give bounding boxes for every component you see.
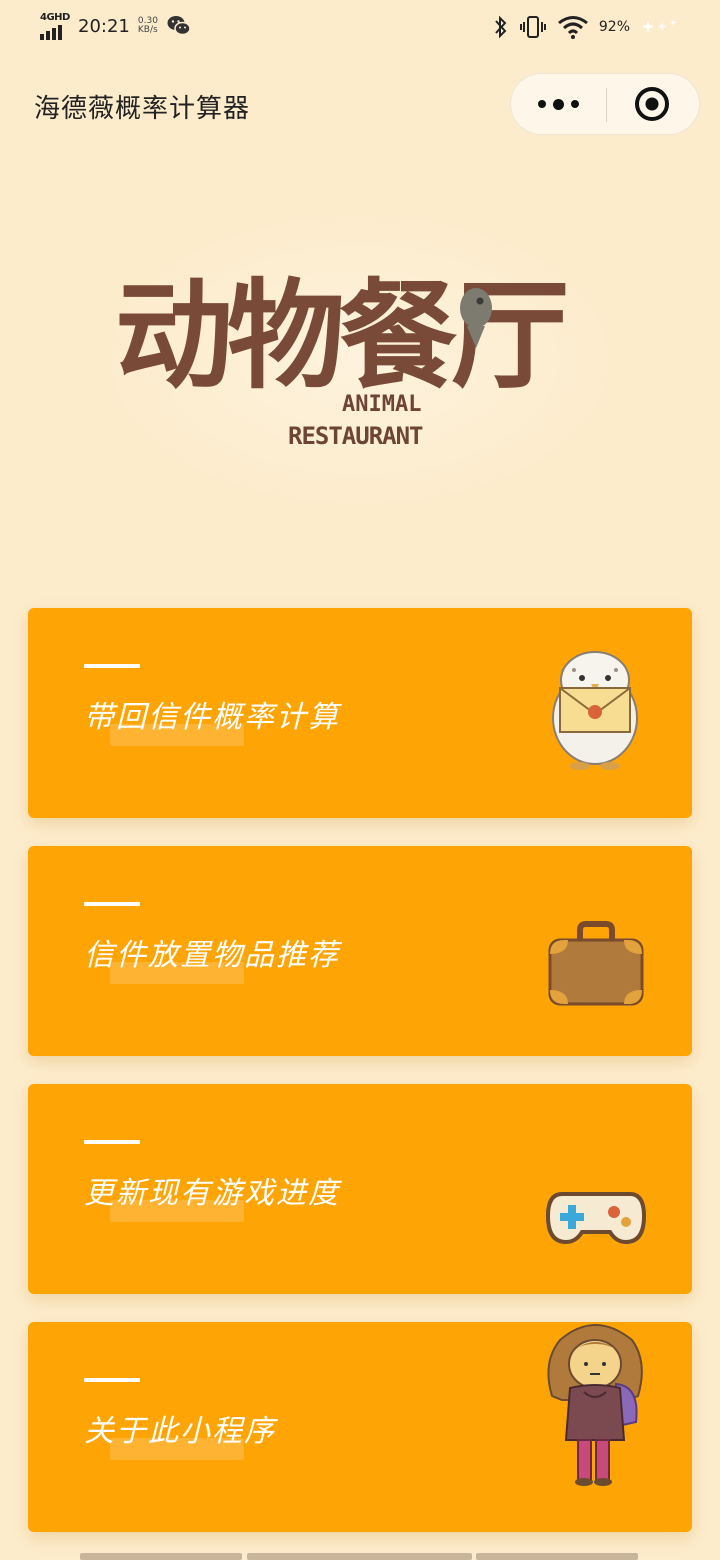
target-close-icon: [635, 87, 669, 121]
gamepad-icon: [545, 1192, 647, 1245]
wifi-icon: [557, 16, 588, 39]
more-dot-icon: [570, 100, 579, 108]
battery-sparkle-icon: [641, 19, 677, 33]
card-accent-line: [84, 1378, 140, 1382]
status-time: 20:21: [78, 15, 130, 37]
wechat-icon: [167, 16, 191, 36]
bluetooth-icon: [495, 15, 507, 39]
card-title: 关于此小程序: [84, 1414, 276, 1449]
network-speed: 0.30 KB/s: [138, 17, 158, 35]
menu-card-item-recommendation[interactable]: 信件放置物品推荐: [28, 846, 692, 1056]
cellular-signal-icon: 4GHD: [38, 12, 70, 40]
card-accent-line: [84, 902, 140, 906]
logo-english-line2: RESTAURANT: [288, 422, 423, 450]
animal-restaurant-logo: 动物餐厅 ANIMAL RESTAURANT: [60, 200, 660, 530]
bottom-scroll-indicator: [80, 1553, 640, 1560]
nav-bar: 海德薇概率计算器: [0, 66, 720, 142]
card-title: 更新现有游戏进度: [84, 1176, 340, 1211]
suitcase-icon: [548, 921, 644, 1006]
close-miniprogram-button[interactable]: [605, 74, 699, 134]
miniprogram-capsule: [510, 73, 700, 135]
status-bar: 4GHD 20:21 0.30 KB/s 92%: [0, 0, 720, 56]
logo-english-line1: ANIMAL: [342, 392, 422, 417]
more-dot-icon: [552, 98, 564, 110]
card-title: 带回信件概率计算: [84, 700, 340, 735]
network-type: 4GHD: [40, 12, 70, 23]
network-speed-unit: KB/s: [137, 25, 158, 35]
page-title: 海德薇概率计算器: [34, 94, 251, 124]
girl-character-icon: [547, 1324, 643, 1486]
fish-icon: [460, 288, 492, 348]
status-left: 4GHD 20:21 0.30 KB/s: [38, 12, 192, 40]
owl-with-letter-icon: [552, 651, 638, 770]
menu-card-letter-probability[interactable]: 带回信件概率计算: [28, 608, 692, 818]
more-button[interactable]: [511, 74, 605, 134]
vibrate-icon: [519, 16, 546, 38]
card-accent-line: [84, 1140, 140, 1144]
card-accent-line: [84, 664, 140, 668]
card-title: 信件放置物品推荐: [84, 938, 340, 973]
battery-percent: 92%: [598, 19, 630, 35]
menu-card-about[interactable]: 关于此小程序: [28, 1322, 692, 1532]
more-dot-icon: [537, 100, 546, 108]
status-right: 92%: [493, 14, 680, 40]
menu-card-update-progress[interactable]: 更新现有游戏进度: [28, 1084, 692, 1294]
